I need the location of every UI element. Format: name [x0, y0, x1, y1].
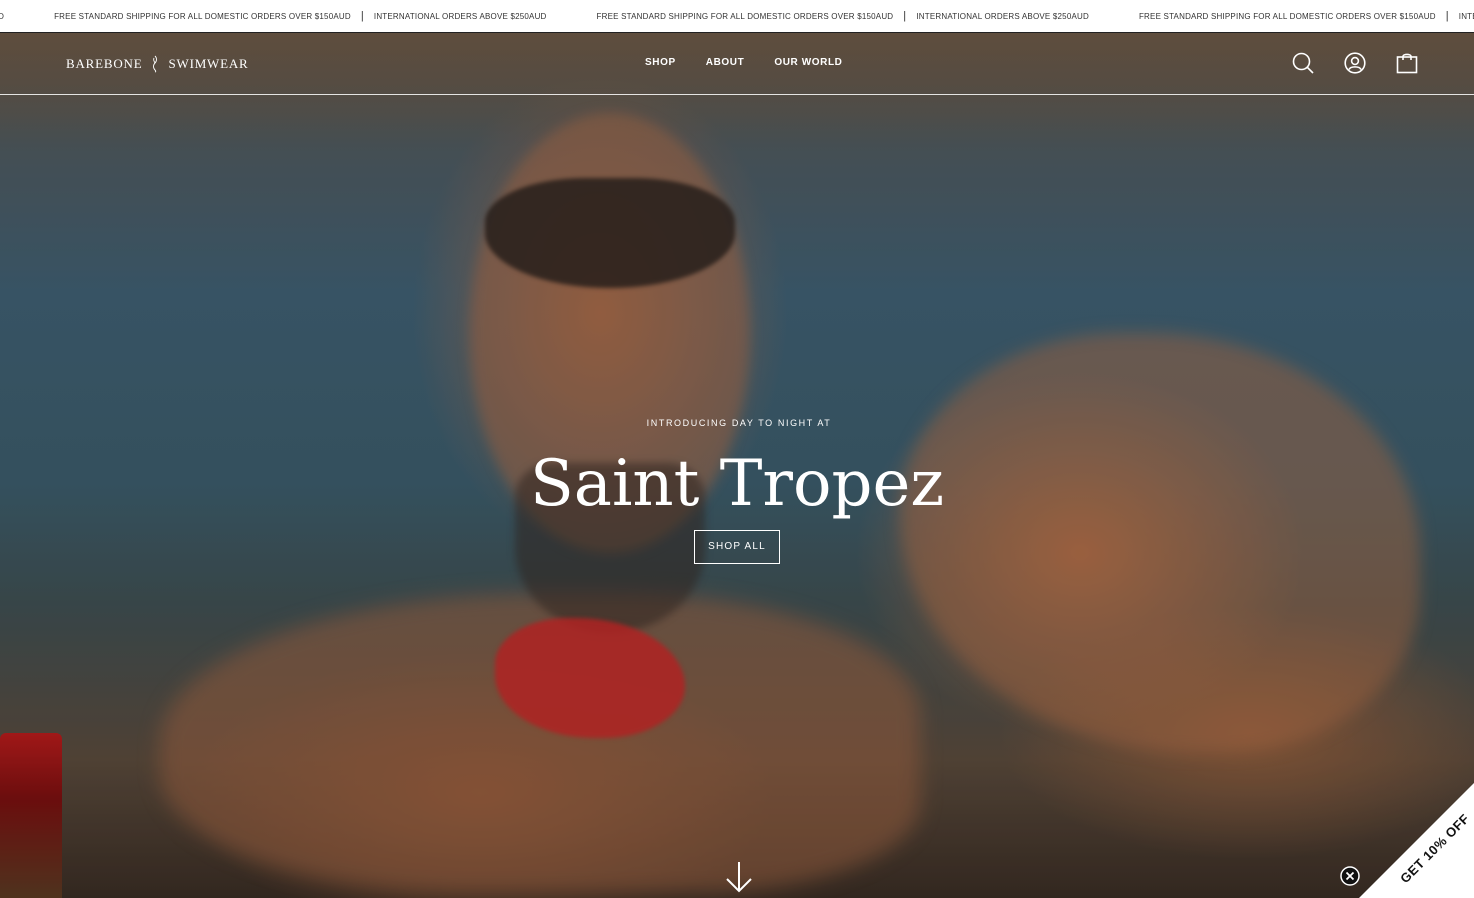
close-icon[interactable]	[1340, 866, 1360, 886]
announcement-item: FREE STANDARD SHIPPING FOR ALL DOMESTIC …	[589, 10, 1131, 22]
nav-item-shop[interactable]: SHOP	[645, 57, 676, 68]
shop-all-button[interactable]: SHOP ALL	[694, 530, 780, 564]
promo-corner[interactable]: GET 10% OFF	[1359, 783, 1474, 898]
logo-text-left: BAREBONE	[66, 56, 143, 71]
announcement-item: FREE STANDARD SHIPPING FOR ALL DOMESTIC …	[46, 10, 588, 22]
announcement-separator: |	[360, 10, 364, 22]
logo[interactable]: BAREBONE SWIMWEAR	[66, 55, 249, 73]
logo-mark-icon	[153, 55, 158, 73]
logo-text-right: SWIMWEAR	[168, 56, 249, 71]
announcement-international: INTERNATIONAL ORDERS ABOVE $250AUD	[916, 11, 1089, 21]
announcement-item: FREE STANDARD SHIPPING FOR ALL DOMESTIC …	[1131, 10, 1474, 22]
page: $250AUD FREE STANDARD SHIPPING FOR ALL D…	[0, 0, 1474, 898]
announcement-bar: $250AUD FREE STANDARD SHIPPING FOR ALL D…	[0, 0, 1474, 33]
nav-item-about[interactable]: ABOUT	[706, 57, 745, 68]
announcement-domestic: FREE STANDARD SHIPPING FOR ALL DOMESTIC …	[596, 11, 894, 21]
announcement-separator: |	[903, 10, 907, 22]
search-icon[interactable]	[1292, 52, 1314, 74]
announcement-separator: |	[1445, 10, 1449, 22]
announcement-fragment: $250AUD	[0, 12, 12, 21]
announcement-international: INTERNATIONAL ORDERS ABOVE $250AUD	[373, 11, 547, 21]
announcement-track: $250AUD FREE STANDARD SHIPPING FOR ALL D…	[0, 0, 1474, 32]
announcement-domestic: FREE STANDARD SHIPPING FOR ALL DOMESTIC …	[1138, 11, 1436, 21]
cart-icon[interactable]	[1396, 52, 1418, 74]
header-icons	[1292, 52, 1418, 74]
main-nav: SHOP ABOUT OUR WORLD	[645, 57, 842, 68]
hero-eyebrow: INTRODUCING DAY TO NIGHT AT	[646, 418, 832, 428]
hero-headline: Saint Tropez	[529, 447, 945, 521]
nav-item-our-world[interactable]: OUR WORLD	[774, 57, 842, 68]
arrow-down-icon[interactable]	[724, 860, 754, 896]
announcement-domestic: FREE STANDARD SHIPPING FOR ALL DOMESTIC …	[54, 11, 351, 21]
site-header: BAREBONE SWIMWEAR SHOP ABOUT OUR WORLD	[0, 33, 1474, 95]
account-icon[interactable]	[1344, 52, 1366, 74]
hero-content: INTRODUCING DAY TO NIGHT AT Saint Tropez…	[0, 418, 1474, 564]
announcement-international: INTERNATIONAL ORDERS ABOVE $250AUD	[1458, 11, 1474, 21]
